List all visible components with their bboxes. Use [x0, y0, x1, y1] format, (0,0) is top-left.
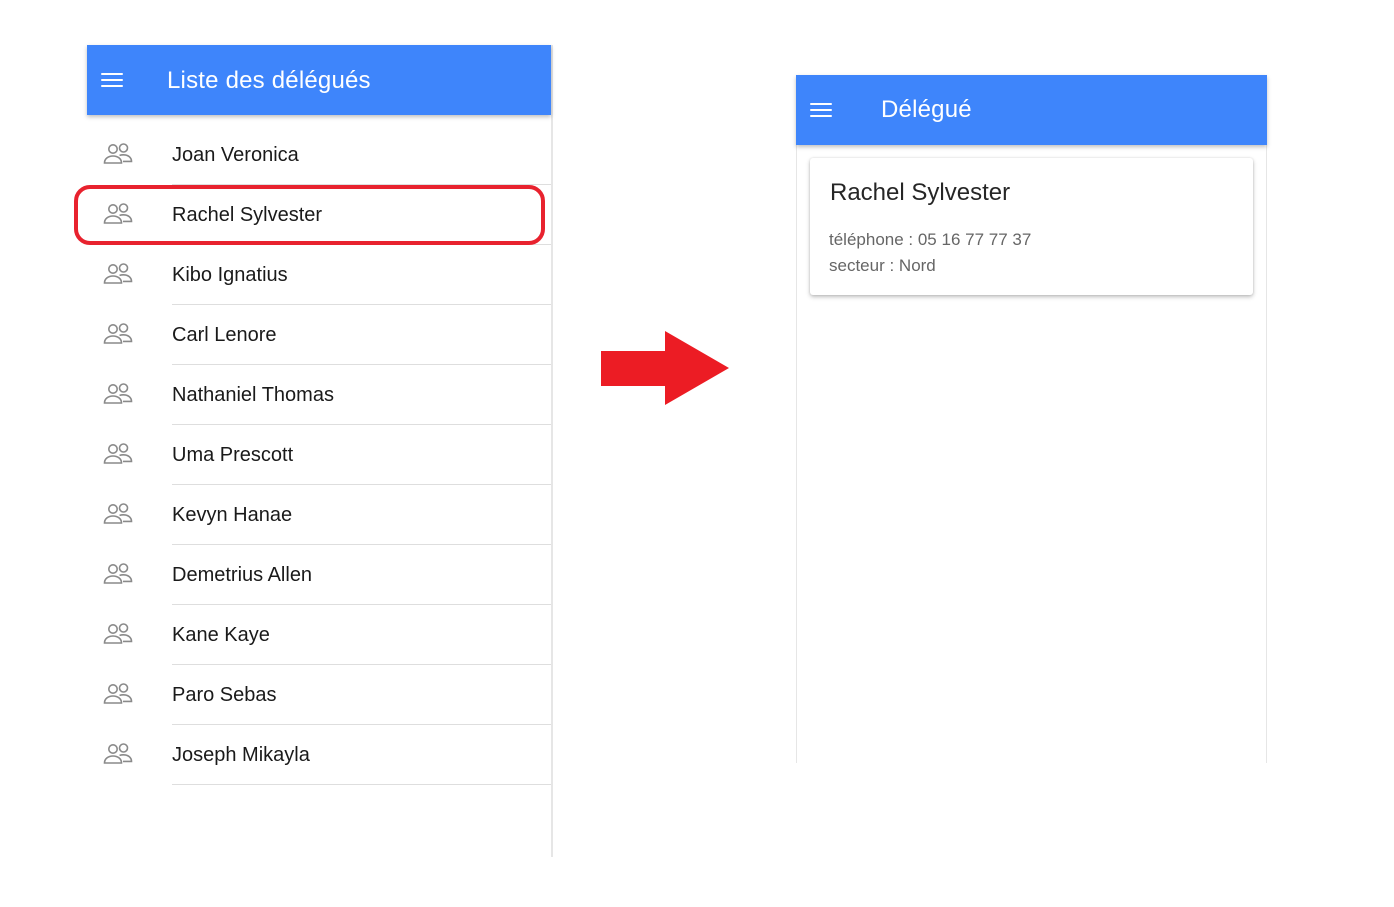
people-icon — [103, 743, 133, 764]
people-icon — [103, 503, 133, 524]
people-icon — [103, 443, 133, 464]
list-item[interactable]: Joseph Mikayla — [87, 725, 551, 785]
list-item-label: Joan Veronica — [172, 144, 299, 166]
list-item[interactable]: Kibo Ignatius — [87, 245, 551, 305]
list-item-label: Carl Lenore — [172, 324, 277, 346]
list-item[interactable]: Nathaniel Thomas — [87, 365, 551, 425]
people-icon — [103, 383, 133, 404]
list-item[interactable]: Carl Lenore — [87, 305, 551, 365]
list-item-label: Nathaniel Thomas — [172, 384, 334, 406]
delegate-name: Rachel Sylvester — [830, 179, 1011, 206]
list-item[interactable]: Uma Prescott — [87, 425, 551, 485]
list-page-title: Liste des délégués — [167, 67, 371, 94]
list-screen: Liste des délégués Joan Veronica Rachel … — [87, 45, 553, 857]
list-item[interactable]: Joan Veronica — [87, 125, 551, 185]
people-icon — [103, 683, 133, 704]
list-item[interactable]: Paro Sebas — [87, 665, 551, 725]
list-item-label: Kane Kaye — [172, 624, 270, 646]
hamburger-menu-icon[interactable] — [810, 99, 832, 119]
delegate-list: Joan Veronica Rachel Sylvester Kibo Igna… — [87, 125, 551, 785]
list-toolbar: Liste des délégués — [87, 45, 551, 115]
list-item[interactable]: Kevyn Hanae — [87, 485, 551, 545]
list-item-label: Uma Prescott — [172, 444, 294, 466]
list-item-label: Kibo Ignatius — [172, 264, 288, 286]
delegate-sector: secteur : Nord — [829, 256, 936, 275]
people-icon — [103, 263, 133, 284]
list-item[interactable]: Rachel Sylvester — [87, 185, 551, 245]
list-item[interactable]: Demetrius Allen — [87, 545, 551, 605]
people-icon — [103, 623, 133, 644]
people-icon — [103, 143, 133, 164]
hamburger-menu-icon[interactable] — [101, 69, 123, 89]
list-item-label: Paro Sebas — [172, 684, 277, 706]
people-icon — [103, 203, 133, 224]
arrow-right-icon — [601, 331, 729, 405]
detail-toolbar: Délégué — [796, 75, 1267, 145]
people-icon — [103, 323, 133, 344]
list-item-label: Rachel Sylvester — [172, 204, 323, 226]
delegate-phone: téléphone : 05 16 77 77 37 — [829, 230, 1032, 249]
list-item-label: Kevyn Hanae — [172, 504, 293, 526]
detail-screen: Délégué Rachel Sylvester téléphone : 05 … — [796, 75, 1267, 763]
people-icon — [103, 563, 133, 584]
detail-page-title: Délégué — [881, 96, 972, 123]
list-item-label: Demetrius Allen — [172, 564, 313, 586]
divider — [172, 784, 551, 785]
list-item[interactable]: Kane Kaye — [87, 605, 551, 665]
list-item-label: Joseph Mikayla — [172, 744, 310, 766]
